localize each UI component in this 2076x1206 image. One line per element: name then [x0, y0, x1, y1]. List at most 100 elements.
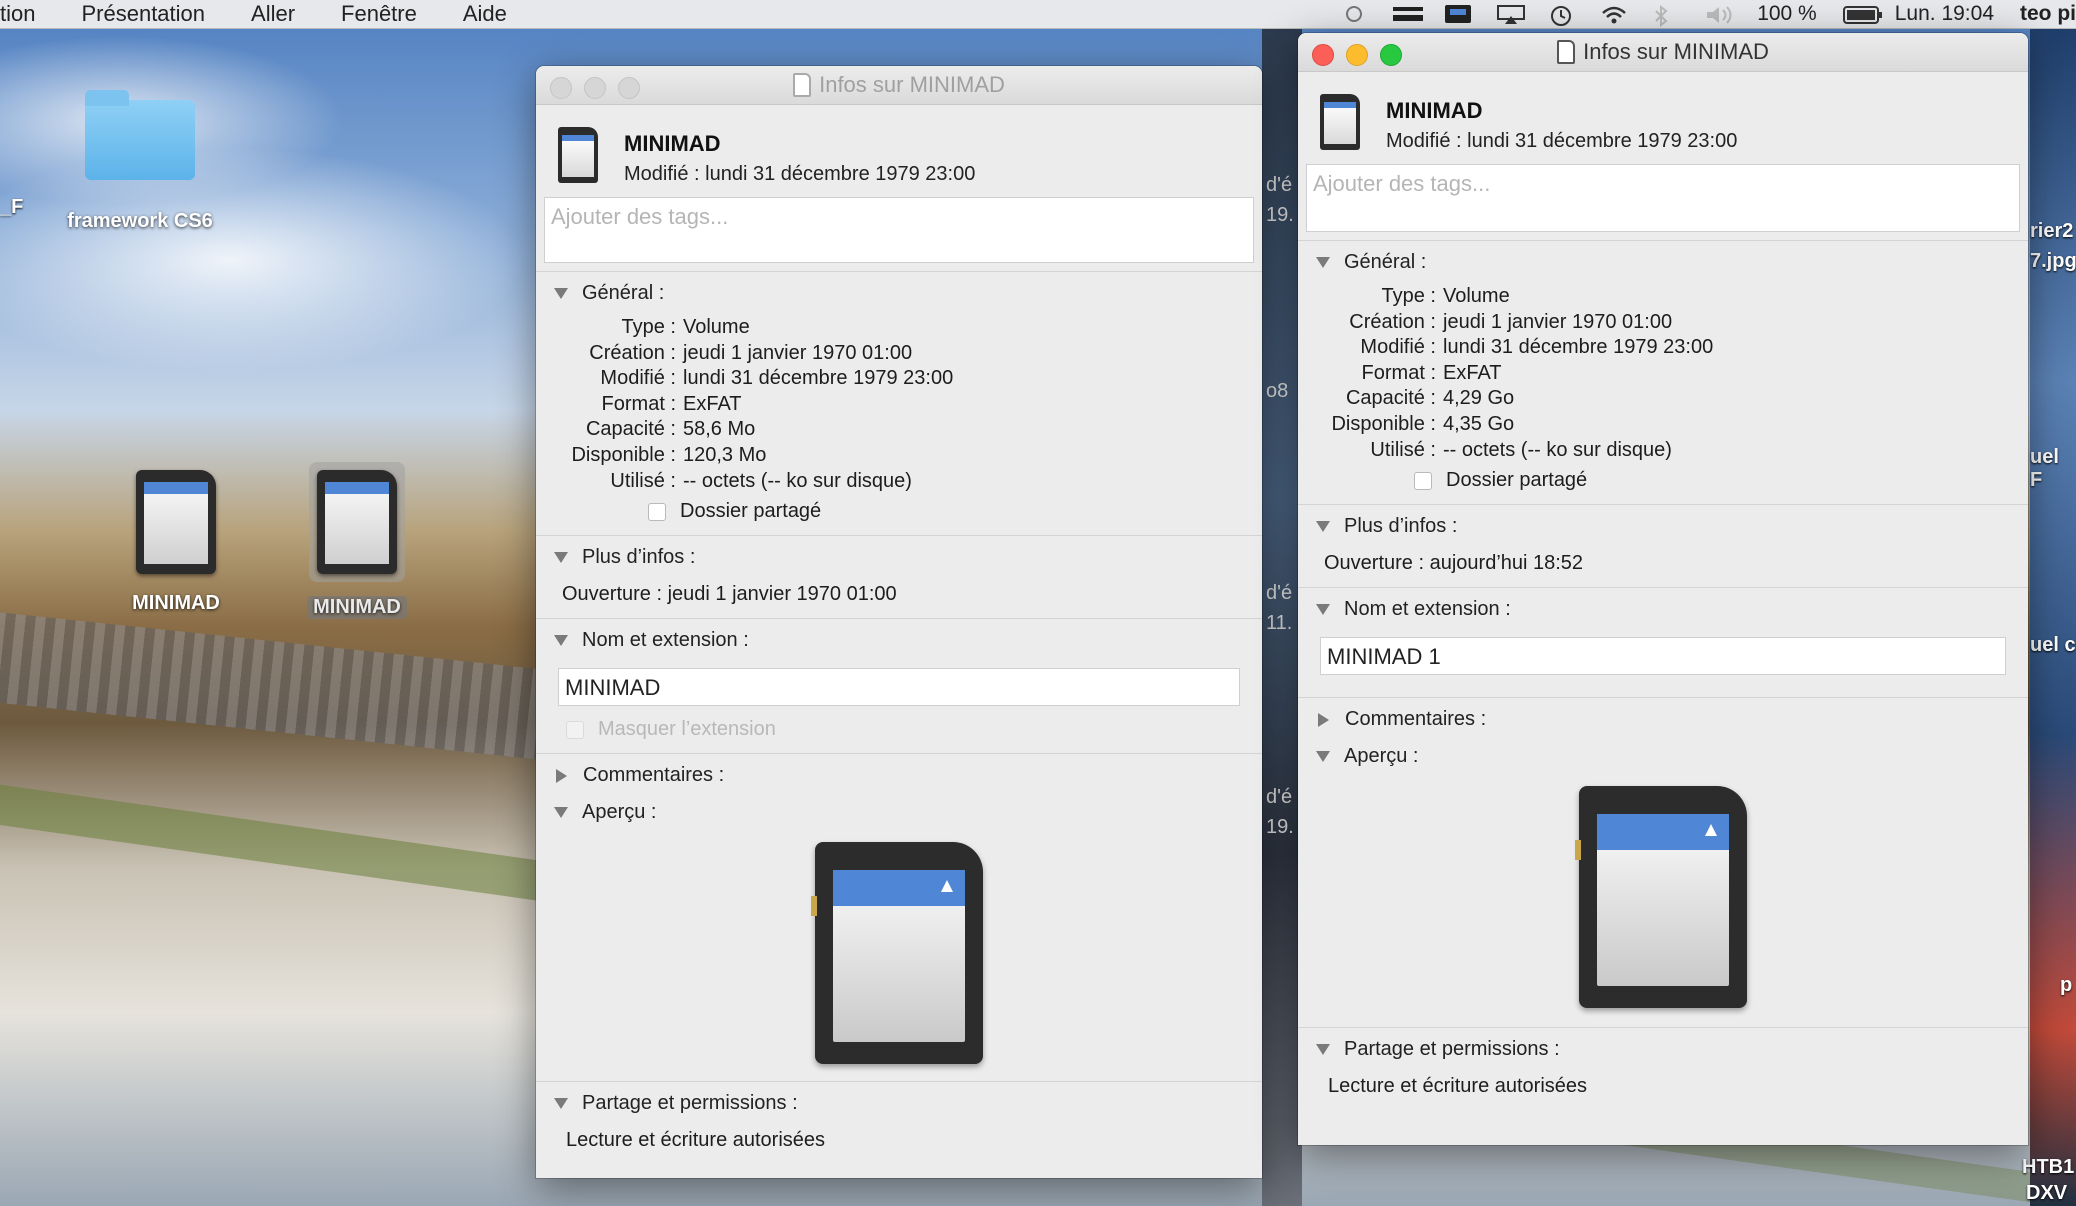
name-field[interactable]: MINIMAD 1 [1320, 637, 2006, 676]
checkbox-box[interactable] [566, 720, 584, 739]
section-comments: Commentaires : [1298, 697, 2028, 735]
section-heading: Commentaires : [1345, 708, 1487, 731]
grandstand [0, 608, 564, 762]
info-row-format: Format : ExFAT [1361, 361, 1502, 384]
desktop-icon-minimad-selected[interactable]: MINIMAD [286, 462, 428, 619]
document-icon [1557, 40, 1576, 64]
edge-text: d'é [1266, 174, 1293, 196]
info-row-used: Utilisé : -- octets (-- ko sur disque) [1370, 438, 1672, 461]
window-title: Infos sur MINIMAD [1583, 39, 1769, 64]
checkbox-label: Masquer l’extension [598, 718, 776, 741]
info-header: MINIMAD Modifié : lundi 31 décembre 1979… [536, 105, 1262, 197]
section-heading: Nom et extension : [582, 629, 749, 652]
disclosure-triangle-icon [554, 1098, 568, 1110]
edge-text: rier2 [2030, 220, 2074, 242]
document-icon [793, 73, 812, 97]
modified-summary: Modifié : lundi 31 décembre 1979 23:00 [624, 163, 976, 185]
desktop-icon-label: framework CS6 [67, 210, 213, 232]
track-grass [0, 777, 560, 903]
checkbox-box[interactable] [1414, 471, 1432, 490]
sd-card-icon [136, 470, 216, 574]
section-name-extension: Nom et extension : MINIMAD Masquer l’ext… [536, 618, 1262, 753]
menu-presentation[interactable]: Présentation [81, 1, 205, 27]
info-row-capacity: Capacité :58,6 Mo [585, 418, 756, 441]
edge-text: d'é [1266, 786, 1293, 808]
tags-input[interactable]: Ajouter des tags... [544, 197, 1254, 263]
section-toggle-sharing[interactable]: Partage et permissions : [536, 1092, 1262, 1115]
info-row-available: Disponible :4,35 Go [1331, 412, 1515, 435]
wifi-icon[interactable] [1601, 5, 1627, 24]
shared-folder-checkbox[interactable]: Dossier partagé [648, 500, 1262, 523]
section-preview: Aperçu : [1298, 735, 2028, 1027]
checkbox-box[interactable] [648, 502, 666, 521]
section-toggle-sharing[interactable]: Partage et permissions : [1298, 1038, 2028, 1061]
name-field[interactable]: MINIMAD [558, 668, 1240, 707]
battery-icon[interactable] [1842, 5, 1882, 24]
section-heading: Général : [582, 282, 665, 304]
section-toggle-general[interactable]: Général : [1298, 251, 2028, 274]
disclosure-triangle-icon [554, 552, 568, 564]
section-toggle-comments[interactable]: Commentaires : [1298, 708, 2028, 731]
section-more-info: Plus d’infos : Ouverture : jeudi 1 janvi… [536, 535, 1262, 618]
title-bar[interactable]: Infos sur MINIMAD [536, 66, 1262, 105]
tags-input[interactable]: Ajouter des tags... [1306, 164, 2020, 232]
section-general: Général : Type : Volume Création : jeudi 1… [536, 271, 1262, 535]
section-toggle-comments[interactable]: Commentaires : [536, 764, 1262, 787]
airplay-icon[interactable] [1497, 5, 1526, 24]
section-heading: Aperçu : [1344, 745, 1419, 768]
section-toggle-preview[interactable]: Aperçu : [1298, 745, 2028, 768]
permissions-text: Lecture et écriture autorisées [1328, 1075, 1588, 1098]
section-preview: Aperçu : [536, 791, 1262, 1081]
clock[interactable]: Lun. 19:04 [1895, 2, 1994, 26]
disclosure-triangle-icon [554, 288, 568, 299]
section-name-extension: Nom et extension : MINIMAD 1 [1298, 587, 2028, 697]
info-row-modified: Modifié : lundi 31 décembre 1979 23:00 [600, 367, 954, 390]
section-toggle-more-info[interactable]: Plus d’infos : [536, 546, 1262, 569]
info-row-modified: Modifié : lundi 31 décembre 1979 23:00 [1360, 336, 1714, 359]
section-sharing: Partage et permissions : Lecture et écri… [1298, 1027, 2028, 1110]
menu-item[interactable]: tion [0, 1, 35, 27]
user-menu[interactable]: teo pi [2020, 2, 2076, 26]
app-status-icon[interactable] [1445, 5, 1472, 23]
volume-name: MINIMAD [1386, 98, 1483, 123]
section-sharing: Partage et permissions : Lecture et écri… [536, 1081, 1262, 1164]
menu-extra-icon[interactable] [1393, 5, 1424, 23]
section-toggle-name-extension[interactable]: Nom et extension : [1298, 598, 2028, 621]
section-heading: Partage et permissions : [1344, 1038, 1560, 1061]
section-heading: Nom et extension : [1344, 598, 1511, 621]
screen-share-icon[interactable] [1341, 5, 1367, 23]
disclosure-triangle-icon [554, 807, 568, 819]
opened-date: Ouverture : jeudi 1 janvier 1970 01:00 [562, 583, 897, 606]
section-comments: Commentaires : [536, 753, 1262, 791]
general-rows: Type : Volume Création : jeudi 1 janvier 1… [536, 315, 1262, 523]
time-machine-icon[interactable] [1549, 5, 1575, 26]
menu-aide[interactable]: Aide [463, 1, 507, 27]
preview-area [536, 842, 1262, 1065]
section-heading: Plus d’infos : [1344, 515, 1458, 538]
edge-text: uel F [2030, 446, 2059, 491]
folder-icon [85, 90, 195, 180]
desktop-icon-framework-cs6[interactable]: framework CS6 [40, 90, 240, 233]
title-bar[interactable]: Infos sur MINIMAD [1298, 33, 2028, 72]
menu-fenetre[interactable]: Fenêtre [341, 1, 417, 27]
disclosure-triangle-icon [1316, 257, 1330, 268]
section-toggle-preview[interactable]: Aperçu : [536, 801, 1262, 824]
section-toggle-more-info[interactable]: Plus d’infos : [1298, 515, 2028, 538]
info-row-creation: Création : jeudi 1 janvier 1970 01:00 [1349, 310, 1673, 333]
section-toggle-general[interactable]: Général : [536, 282, 1262, 305]
preview-area [1298, 786, 2028, 1009]
info-row-available: Disponible :120,3 Mo [571, 443, 767, 466]
checkbox-label: Dossier partagé [680, 500, 822, 523]
hide-extension-checkbox[interactable]: Masquer l’extension [566, 718, 1262, 741]
desktop-icon-minimad[interactable]: MINIMAD [106, 470, 246, 615]
shared-folder-checkbox[interactable]: Dossier partagé [1414, 469, 2028, 492]
desktop-icon-label: MINIMAD [307, 596, 407, 619]
bluetooth-icon[interactable] [1653, 4, 1679, 28]
volume-icon[interactable] [1705, 5, 1732, 24]
info-header: MINIMAD Modifié : lundi 31 décembre 1979… [1298, 72, 2028, 164]
info-row-creation: Création : jeudi 1 janvier 1970 01:00 [589, 341, 913, 364]
menu-aller[interactable]: Aller [251, 1, 295, 27]
edge-text: d'é [1266, 582, 1293, 604]
desktop-icon-label: MINIMAD [132, 592, 220, 614]
section-toggle-name-extension[interactable]: Nom et extension : [536, 629, 1262, 652]
